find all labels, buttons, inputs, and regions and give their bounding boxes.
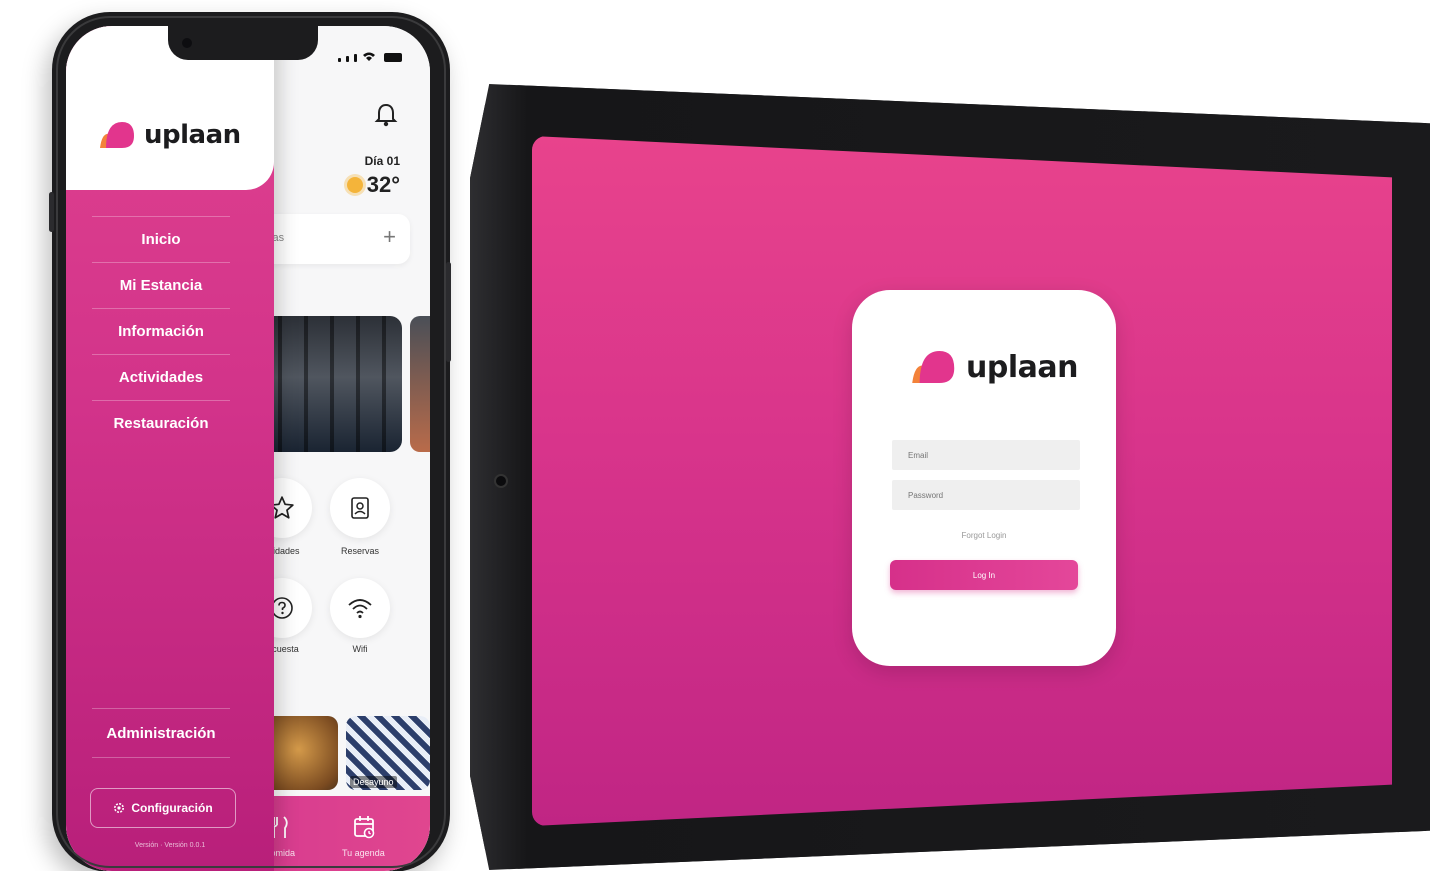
- settings-button[interactable]: Configuración: [90, 788, 236, 828]
- status-bar: [338, 52, 402, 62]
- brand-logo: uplaan: [96, 118, 241, 152]
- login-button[interactable]: Log In: [890, 560, 1078, 590]
- day-counter: Día 01: [364, 154, 400, 168]
- brand-logo: uplaan: [906, 346, 1078, 388]
- email-field[interactable]: [892, 440, 1080, 470]
- menu-item-actividades[interactable]: Actividades: [92, 354, 230, 400]
- gear-icon: [114, 803, 125, 813]
- plus-icon[interactable]: +: [383, 224, 396, 250]
- tablet-camera: [494, 474, 508, 488]
- logo-mark-icon: [100, 122, 134, 148]
- weather-widget: Día 01 32°: [346, 154, 400, 198]
- shortcut-reservas[interactable]: [330, 478, 390, 538]
- phone-power-button: [446, 262, 451, 362]
- nav-label-agenda: Tu agenda: [342, 848, 385, 858]
- phone-screen: Día 01 32° idas + ividades Reservas ncue…: [66, 26, 430, 871]
- menu-item-inicio[interactable]: Inicio: [92, 216, 230, 262]
- signal-icon-bar: [354, 54, 357, 62]
- shortcut-label: Reservas: [340, 546, 379, 556]
- version-text: Versión · Versión 0.0.1: [134, 842, 206, 849]
- phone-notch: [168, 26, 318, 60]
- menu-item-restauracion[interactable]: Restauración: [92, 400, 230, 446]
- forgot-login-link[interactable]: Forgot Login: [852, 531, 1116, 540]
- food-card-label: Desayuno: [350, 776, 397, 788]
- temperature: 32°: [366, 172, 400, 197]
- sun-icon: [346, 177, 363, 193]
- menu-item-administracion[interactable]: Administración: [92, 708, 230, 758]
- calendar-icon[interactable]: [352, 814, 378, 840]
- bell-icon[interactable]: [374, 102, 398, 128]
- device-mockup-stage: Día 01 32° idas + ividades Reservas ncue…: [0, 0, 1454, 871]
- phone-volume-button: [49, 192, 54, 232]
- password-field[interactable]: [892, 480, 1080, 510]
- phone-device: Día 01 32° idas + ividades Reservas ncue…: [49, 12, 451, 871]
- signal-icon-bar: [346, 56, 349, 62]
- navigation-drawer: uplaan Inicio Mi Estancia Información Ac…: [66, 26, 274, 871]
- menu-item-mi-estancia[interactable]: Mi Estancia: [92, 262, 230, 308]
- hero-image-next[interactable]: [410, 316, 430, 452]
- shortcut-label: Wifi: [352, 644, 368, 654]
- front-camera: [182, 38, 192, 48]
- brand-name: uplaan: [144, 120, 241, 150]
- brand-name: uplaan: [966, 349, 1078, 385]
- wifi-icon: [363, 52, 375, 61]
- shortcut-wifi[interactable]: [330, 578, 390, 638]
- badge-icon: [351, 497, 369, 519]
- logo-mark-icon: [912, 350, 955, 384]
- wifi-icon: [348, 599, 372, 619]
- tablet-device: uplaan Forgot Login Log In: [470, 84, 1430, 870]
- battery-icon: [384, 53, 402, 62]
- temperature-row: 32°: [346, 172, 400, 198]
- signal-icon: [338, 58, 341, 62]
- login-card: uplaan Forgot Login Log In: [852, 290, 1116, 666]
- menu-item-informacion[interactable]: Información: [92, 308, 230, 354]
- settings-label: Configuración: [131, 801, 213, 815]
- drawer-menu: Inicio Mi Estancia Información Actividad…: [92, 216, 230, 446]
